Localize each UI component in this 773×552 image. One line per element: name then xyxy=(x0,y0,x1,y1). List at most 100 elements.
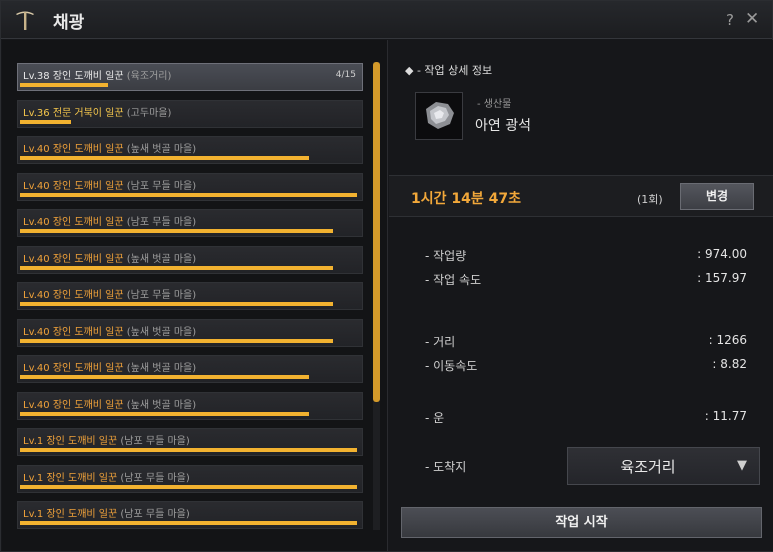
worker-level: Lv.1 xyxy=(23,509,44,520)
worker-stamina-bar xyxy=(20,193,357,197)
worker-row[interactable]: Lv.40 장인 도깨비 일꾼 (높새 벗골 마을) xyxy=(17,319,363,347)
luck-value: : 11.77 xyxy=(704,409,747,423)
worker-title: 장인 도깨비 일꾼 xyxy=(46,509,118,520)
worker-row[interactable]: Lv.40 장인 도깨비 일꾼 (남포 무들 마을) xyxy=(17,282,363,310)
worker-level: Lv.40 xyxy=(23,181,50,192)
detail-section-title: ◆ - 작업 상세 정보 xyxy=(405,62,492,78)
worker-stamina-bar xyxy=(20,375,309,379)
worker-row[interactable]: Lv.40 장인 도깨비 일꾼 (높새 벗골 마을) xyxy=(17,392,363,420)
worker-name: Lv.1 장인 도깨비 일꾼 (남포 무들 마을) xyxy=(23,432,190,447)
worker-name: Lv.40 장인 도깨비 일꾼 (남포 무들 마을) xyxy=(23,177,196,192)
worker-list-panel: Lv.38 장인 도깨비 일꾼 (육조거리) 4/15 Lv.36 전문 거북이 일… xyxy=(2,40,388,551)
worker-town: (육조거리) xyxy=(126,71,172,82)
worker-mining-window: 채광 ? ✕ Lv.38 장인 도깨비 일꾼 (육조거리) 4/15 Lv.36 전… xyxy=(0,0,773,552)
worker-town: (높새 벗골 마을) xyxy=(126,144,197,155)
worker-row[interactable]: Lv.40 장인 도깨비 일꾼 (남포 무들 마을) xyxy=(17,209,363,237)
scrollbar-thumb[interactable] xyxy=(373,62,380,402)
worker-level: Lv.40 xyxy=(23,290,50,301)
worker-title: 장인 도깨비 일꾼 xyxy=(52,71,124,82)
worker-title: 장인 도깨비 일꾼 xyxy=(52,363,124,374)
worker-stamina-bar xyxy=(20,521,357,525)
worker-town: (고두마을) xyxy=(126,108,172,119)
title-bar: 채광 ? ✕ xyxy=(1,1,772,39)
distance-value: : 1266 xyxy=(708,333,747,347)
diamond-bullet-icon: ◆ xyxy=(405,64,414,77)
product-label: - 생산물 xyxy=(477,99,512,110)
worker-title: 장인 도깨비 일꾼 xyxy=(52,327,124,338)
work-amount-value: : 974.00 xyxy=(697,247,747,261)
work-time: 1시간 14분 47초 xyxy=(411,191,521,207)
work-detail-panel: ◆ - 작업 상세 정보 - 생산물 아연 광석 1시간 14분 47초 (1회… xyxy=(389,40,773,551)
worker-name: Lv.40 장인 도깨비 일꾼 (높새 벗골 마을) xyxy=(23,140,196,155)
worker-name: Lv.1 장인 도깨비 일꾼 (남포 무들 마을) xyxy=(23,505,190,520)
close-button[interactable]: ✕ xyxy=(745,9,759,29)
worker-town: (높새 벗골 마을) xyxy=(126,254,197,265)
worker-town: (높새 벗골 마을) xyxy=(126,327,197,338)
worker-row[interactable]: Lv.40 장인 도깨비 일꾼 (높새 벗골 마을) xyxy=(17,246,363,274)
worker-level: Lv.40 xyxy=(23,144,50,155)
worker-town: (남포 무들 마을) xyxy=(126,290,197,301)
worker-name: Lv.40 장인 도깨비 일꾼 (높새 벗골 마을) xyxy=(23,359,196,374)
worker-stamina-bar xyxy=(20,448,357,452)
worker-level: Lv.40 xyxy=(23,327,50,338)
start-work-button[interactable]: 작업 시작 xyxy=(401,507,762,538)
worker-level: Lv.1 xyxy=(23,473,44,484)
luck-label: - 운 xyxy=(425,411,445,425)
work-amount-label: - 작업량 xyxy=(425,249,467,263)
worker-stamina-bar xyxy=(20,302,333,306)
worker-town: (남포 무들 마을) xyxy=(126,181,197,192)
worker-title: 장인 도깨비 일꾼 xyxy=(46,473,118,484)
worker-town: (남포 무들 마을) xyxy=(120,509,190,520)
worker-title: 장인 도깨비 일꾼 xyxy=(52,217,124,228)
destination-value: 육조거리 xyxy=(620,458,676,476)
detail-section-title-text: - 작업 상세 정보 xyxy=(416,64,493,77)
worker-list-scrollbar[interactable] xyxy=(373,62,380,530)
worker-row[interactable]: Lv.40 장인 도깨비 일꾼 (높새 벗골 마을) xyxy=(17,355,363,383)
worker-title: 전문 거북이 일꾼 xyxy=(52,108,124,119)
worker-title: 장인 도깨비 일꾼 xyxy=(52,181,124,192)
worker-row[interactable]: Lv.36 전문 거북이 일꾼 (고두마을) xyxy=(17,100,363,128)
worker-name: Lv.40 장인 도깨비 일꾼 (높새 벗골 마을) xyxy=(23,323,196,338)
worker-title: 장인 도깨비 일꾼 xyxy=(52,400,124,411)
work-speed-label: - 작업 속도 xyxy=(425,273,482,287)
worker-row[interactable]: Lv.1 장인 도깨비 일꾼 (남포 무들 마을) xyxy=(17,428,363,456)
worker-row[interactable]: Lv.40 장인 도깨비 일꾼 (높새 벗골 마을) xyxy=(17,136,363,164)
worker-name: Lv.40 장인 도깨비 일꾼 (남포 무들 마을) xyxy=(23,213,196,228)
work-speed-value: : 157.97 xyxy=(697,271,747,285)
move-speed-value: : 8.82 xyxy=(712,357,747,371)
worker-level: Lv.40 xyxy=(23,217,50,228)
worker-stamina-bar xyxy=(20,229,333,233)
worker-row[interactable]: Lv.1 장인 도깨비 일꾼 (남포 무들 마을) xyxy=(17,465,363,493)
worker-town: (높새 벗골 마을) xyxy=(126,400,197,411)
worker-title: 장인 도깨비 일꾼 xyxy=(52,144,124,155)
worker-town: (높새 벗골 마을) xyxy=(126,363,197,374)
work-count: (1회) xyxy=(637,193,663,206)
worker-name: Lv.40 장인 도깨비 일꾼 (높새 벗골 마을) xyxy=(23,396,196,411)
worker-name: Lv.1 장인 도깨비 일꾼 (남포 무들 마을) xyxy=(23,469,190,484)
worker-stamina-bar xyxy=(20,412,309,416)
product-name: 아연 광석 xyxy=(475,118,531,134)
worker-level: Lv.40 xyxy=(23,363,50,374)
work-time-row: 1시간 14분 47초 (1회) 변경 xyxy=(389,175,773,217)
worker-stamina-bar xyxy=(20,120,71,124)
destination-select[interactable]: 육조거리 ▼ xyxy=(567,447,760,485)
worker-level: Lv.40 xyxy=(23,400,50,411)
worker-name: Lv.38 장인 도깨비 일꾼 (육조거리) xyxy=(23,67,171,82)
worker-title: 장인 도깨비 일꾼 xyxy=(52,290,124,301)
worker-stamina-bar xyxy=(20,266,333,270)
worker-level: Lv.1 xyxy=(23,436,44,447)
worker-level: Lv.36 xyxy=(23,108,50,119)
worker-row[interactable]: Lv.38 장인 도깨비 일꾼 (육조거리) 4/15 xyxy=(17,63,363,91)
zinc-ore-icon[interactable] xyxy=(415,92,463,140)
worker-count: 4/15 xyxy=(335,70,356,80)
worker-row[interactable]: Lv.1 장인 도깨비 일꾼 (남포 무들 마을) xyxy=(17,501,363,529)
distance-label: - 거리 xyxy=(425,335,456,349)
chevron-down-icon: ▼ xyxy=(737,458,747,473)
help-button[interactable]: ? xyxy=(726,11,734,29)
worker-town: (남포 무들 마을) xyxy=(126,217,197,228)
pickaxe-icon xyxy=(16,11,34,30)
destination-label: - 도착지 xyxy=(425,460,467,474)
change-button[interactable]: 변경 xyxy=(680,183,754,210)
worker-row[interactable]: Lv.40 장인 도깨비 일꾼 (남포 무들 마을) xyxy=(17,173,363,201)
worker-stamina-bar xyxy=(20,156,309,160)
